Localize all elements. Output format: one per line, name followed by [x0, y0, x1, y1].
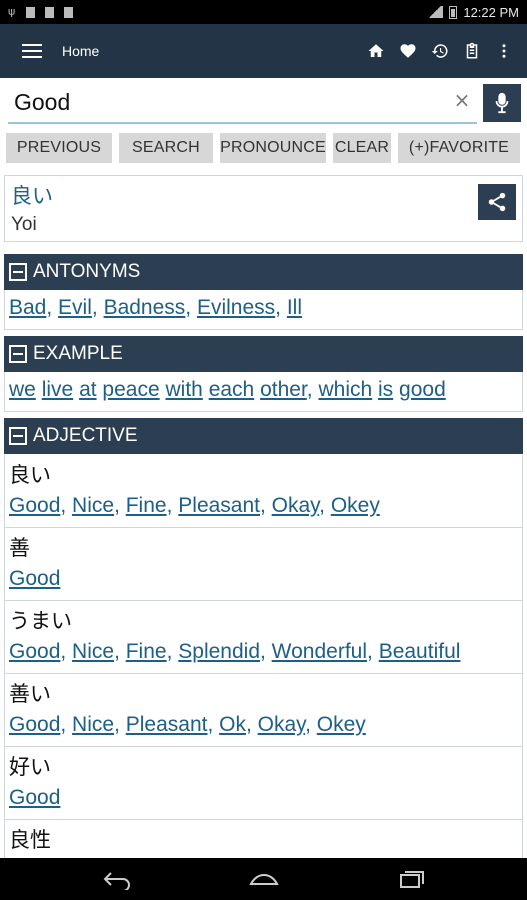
adjective-japanese: 善い	[9, 682, 51, 706]
adjective-header[interactable]: ADJECTIVE	[4, 418, 523, 454]
adjective-translations: Good, Nice, Fine, Pleasant, Okay, Okey	[9, 494, 380, 517]
page-title: Home	[62, 43, 100, 59]
translation-link[interactable]: Pleasant	[178, 494, 260, 517]
status-time: 12:22 PM	[463, 4, 519, 20]
translation-japanese: 良い	[11, 184, 53, 208]
antonym-link[interactable]: Ill	[287, 296, 302, 319]
translation-link[interactable]: Good	[9, 713, 60, 736]
share-icon[interactable]	[478, 184, 516, 220]
translation-link[interactable]: Nice	[72, 494, 114, 517]
example-word-link[interactable]: we	[9, 378, 36, 401]
collapse-icon[interactable]	[9, 263, 27, 281]
adjective-translations: Good, Nice, Fine, Splendid, Wonderful, B…	[9, 640, 461, 663]
translation-link[interactable]: Beautiful	[379, 640, 461, 663]
translation-link[interactable]: Nice	[72, 713, 114, 736]
example-word-link[interactable]: with	[165, 378, 202, 401]
translation-link[interactable]: Splendid	[178, 640, 260, 663]
antonyms-body: Bad, Evil, Badness, Evilness, Ill	[4, 290, 523, 330]
adjective-japanese: 良性	[9, 828, 51, 852]
clipboard-icon[interactable]	[463, 42, 481, 60]
example-word-link[interactable]: good	[399, 378, 446, 401]
translation-link[interactable]: Okay	[258, 713, 305, 736]
adjective-heading: ADJECTIVE	[33, 425, 138, 446]
adjective-japanese: 善	[9, 536, 30, 560]
battery-icon	[449, 5, 458, 19]
translation-link[interactable]: Good	[9, 786, 60, 809]
favorite-button[interactable]: (+)FAVORITE	[398, 133, 520, 163]
example-word-link[interactable]: at	[79, 378, 97, 401]
adjective-translations: Good, Nice, Pleasant, Ok, Okay, Okey	[9, 713, 366, 736]
signal-icon	[427, 6, 444, 18]
translation-link[interactable]: Good	[9, 494, 60, 517]
notification-icon	[26, 6, 35, 18]
adjective-japanese: うまい	[9, 609, 72, 633]
action-buttons: PREVIOUS SEARCH PRONOUNCE CLEAR (+)FAVOR…	[0, 133, 527, 165]
system-nav-bar	[0, 858, 527, 900]
translation-link[interactable]: Pleasant	[126, 713, 208, 736]
example-word-link[interactable]: each	[209, 378, 255, 401]
recents-icon[interactable]	[395, 868, 427, 890]
more-vert-icon[interactable]	[495, 42, 513, 60]
example-word-link[interactable]: live	[42, 378, 74, 401]
example-header[interactable]: EXAMPLE	[4, 336, 523, 372]
translation-link[interactable]: Nice	[72, 640, 114, 663]
translation-link[interactable]: Fine	[126, 640, 167, 663]
adjective-entry: 善い Good, Nice, Pleasant, Ok, Okay, Okey	[4, 674, 523, 747]
example-heading: EXAMPLE	[33, 343, 123, 364]
search-input[interactable]	[8, 82, 477, 122]
previous-button[interactable]: PREVIOUS	[6, 133, 112, 163]
app-bar: Home	[0, 24, 527, 78]
home-nav-icon[interactable]	[248, 868, 280, 890]
history-icon[interactable]	[431, 42, 449, 60]
collapse-icon[interactable]	[9, 427, 27, 445]
image-icon	[64, 6, 73, 18]
adjective-translations: Good	[9, 786, 518, 810]
menu-icon[interactable]	[22, 44, 42, 58]
antonym-link[interactable]: Evil	[58, 296, 92, 319]
back-icon[interactable]	[101, 868, 133, 890]
adjective-japanese: 良い	[9, 463, 51, 487]
example-word-link[interactable]: other	[260, 378, 307, 401]
search-row: ×	[0, 78, 527, 128]
translation-card: 良い Yoi	[4, 175, 523, 242]
translation-link[interactable]: Good	[9, 567, 60, 590]
antonyms-heading: ANTONYMS	[33, 261, 141, 282]
translation-link[interactable]: Fine	[126, 494, 167, 517]
status-notifications: ψ	[8, 6, 73, 18]
collapse-icon[interactable]	[9, 345, 27, 363]
adjective-entry: うまい Good, Nice, Fine, Splendid, Wonderful…	[4, 601, 523, 674]
translation-romaji: Yoi	[11, 214, 37, 235]
pronounce-button[interactable]: PRONOUNCE	[220, 133, 326, 163]
adjective-japanese: 好い	[9, 755, 51, 779]
mic-icon[interactable]	[483, 84, 521, 122]
example-word-link[interactable]: is	[378, 378, 393, 401]
translation-link[interactable]: Okey	[331, 494, 380, 517]
example-word-link[interactable]: peace	[102, 378, 159, 401]
translation-link[interactable]: Okey	[317, 713, 366, 736]
adjective-entry: 好い Good	[4, 747, 523, 820]
translation-link[interactable]: Good	[9, 640, 60, 663]
adjective-list: 良い Good, Nice, Fine, Pleasant, Okay, Okey…	[4, 455, 523, 893]
status-bar: ψ 12:22 PM	[0, 0, 527, 24]
example-word-link[interactable]: which	[318, 378, 372, 401]
adjective-translations: Good	[9, 567, 518, 591]
clear-input-icon[interactable]: ×	[453, 90, 471, 110]
translation-link[interactable]: Okay	[272, 494, 319, 517]
example-body: we live at peace with each other, which …	[4, 372, 523, 412]
heart-icon[interactable]	[399, 42, 417, 60]
antonyms-header[interactable]: ANTONYMS	[4, 254, 523, 290]
home-icon[interactable]	[367, 42, 385, 60]
usb-icon: ψ	[8, 5, 16, 18]
adjective-entry: 良い Good, Nice, Fine, Pleasant, Okay, Okey	[4, 455, 523, 528]
search-button[interactable]: SEARCH	[119, 133, 213, 163]
antonym-link[interactable]: Badness	[104, 296, 186, 319]
clear-button[interactable]: CLEAR	[333, 133, 391, 163]
translation-link[interactable]: Ok	[219, 713, 246, 736]
adjective-entry: 善 Good	[4, 528, 523, 601]
warning-icon	[45, 6, 54, 18]
antonym-link[interactable]: Bad	[9, 296, 46, 319]
search-box: ×	[8, 82, 477, 124]
antonym-link[interactable]: Evilness	[197, 296, 275, 319]
translation-link[interactable]: Wonderful	[272, 640, 367, 663]
